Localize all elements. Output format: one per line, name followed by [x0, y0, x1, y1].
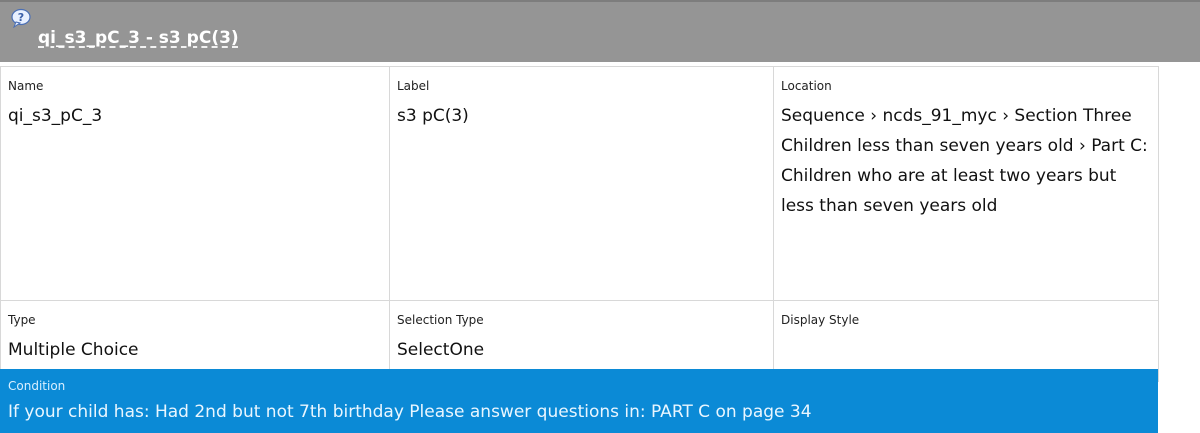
- location-label: Location: [781, 79, 832, 93]
- help-question-icon[interactable]: ?: [10, 8, 34, 29]
- question-details-table: Name qi_s3_pC_3 Label s3 pC(3) Location …: [0, 66, 1159, 382]
- details-row: Name qi_s3_pC_3 Label s3 pC(3) Location …: [0, 66, 1159, 301]
- label-value: s3 pC(3): [397, 106, 469, 126]
- label-cell: Label s3 pC(3): [389, 66, 774, 301]
- location-cell: Location Sequence › ncds_91_myc › Sectio…: [773, 66, 1159, 301]
- type-label: Type: [8, 313, 36, 327]
- svg-text:?: ?: [18, 11, 24, 24]
- type-value: Multiple Choice: [8, 340, 139, 360]
- question-title-link[interactable]: qi_s3_pC_3 - s3 pC(3): [10, 28, 239, 48]
- name-value: qi_s3_pC_3: [8, 106, 103, 126]
- selection-type-label: Selection Type: [397, 313, 484, 327]
- question-title: qi_s3_pC_3 - s3 pC(3): [38, 28, 239, 48]
- name-label: Name: [8, 79, 44, 93]
- condition-label: Condition: [8, 379, 66, 393]
- name-cell: Name qi_s3_pC_3: [0, 66, 390, 301]
- label-label: Label: [397, 79, 430, 93]
- location-value: Sequence › ncds_91_myc › Section Three C…: [781, 106, 1148, 216]
- display-style-label: Display Style: [781, 313, 860, 327]
- selection-type-value: SelectOne: [397, 340, 485, 360]
- condition-value: If your child has: Had 2nd but not 7th b…: [8, 402, 812, 422]
- condition-panel: Condition If your child has: Had 2nd but…: [0, 369, 1158, 433]
- question-header: ? qi_s3_pC_3 - s3 pC(3): [0, 0, 1200, 62]
